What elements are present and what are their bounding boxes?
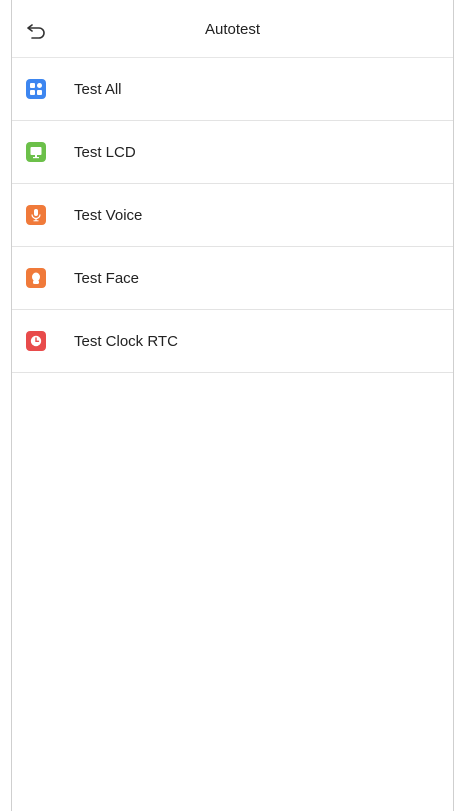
page-title: Autotest	[204, 20, 261, 38]
list-item-test-voice[interactable]: Test Voice	[12, 184, 453, 247]
face-icon	[26, 268, 46, 288]
empty-area	[12, 373, 453, 811]
list-item-label: Test Voice	[74, 206, 143, 224]
back-arrow-icon	[27, 24, 45, 39]
microphone-icon	[26, 205, 46, 225]
list-item-label: Test All	[74, 80, 122, 98]
list-item-label: Test Clock RTC	[74, 332, 178, 350]
list-item-test-all[interactable]: Test All	[12, 58, 453, 121]
list-item-test-clock-rtc[interactable]: Test Clock RTC	[12, 310, 453, 373]
list-item-label: Test LCD	[74, 143, 136, 161]
list-item-label: Test Face	[74, 269, 140, 287]
frame-border-right	[453, 0, 454, 811]
list-item-test-face[interactable]: Test Face	[12, 247, 453, 310]
monitor-icon	[26, 142, 46, 162]
back-button[interactable]	[22, 16, 52, 46]
list-item-test-lcd[interactable]: Test LCD	[12, 121, 453, 184]
grid-icon	[26, 79, 46, 99]
autotest-screen: Autotest Test All Test LCD Test Voice Te…	[0, 0, 456, 811]
header-bar: Autotest	[12, 0, 453, 58]
clock-icon	[26, 331, 46, 351]
test-list: Test All Test LCD Test Voice Test Face T…	[12, 58, 453, 373]
